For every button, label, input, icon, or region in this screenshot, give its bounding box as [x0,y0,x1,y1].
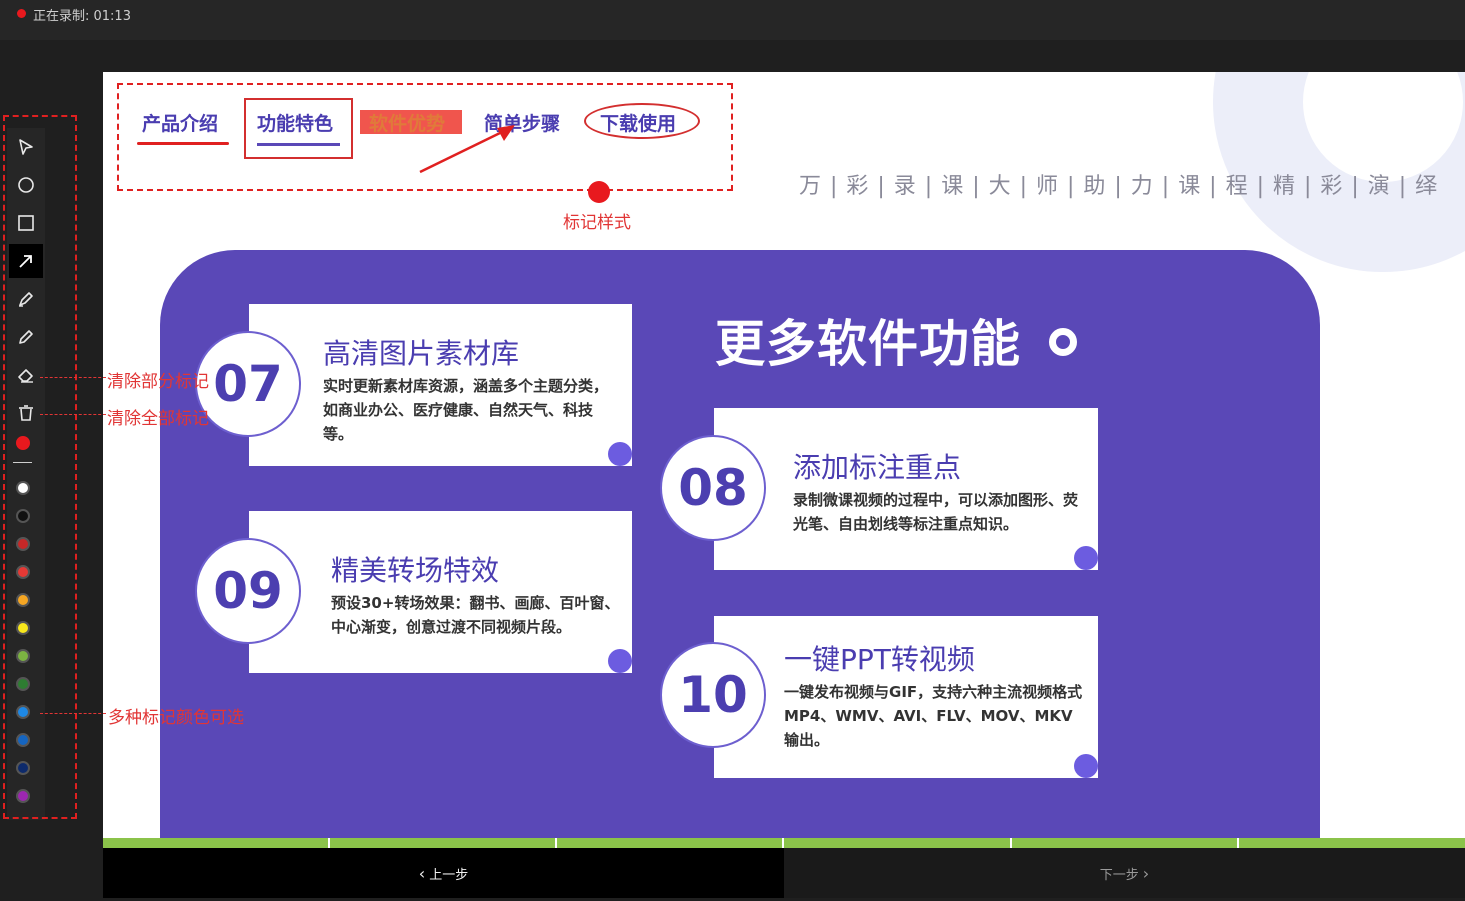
strip-divider [328,838,330,848]
strip-divider [1237,838,1239,848]
slide-tagline: 万 | 彩 | 录 | 课 | 大 | 师 | 助 | 力 | 课 | 程 | … [799,174,1439,199]
progress-strip [103,838,1465,848]
color-options-callout: 多种标记颜色可选 [108,708,244,728]
feature-card-09: 精美转场特效 预设30+转场效果：翻书、画廊、百叶窗、中心渐变，创意过渡不同视频… [249,511,632,673]
nav-item-product-intro[interactable]: 产品介绍 [142,109,218,136]
feature-card-08: 添加标注重点 录制微课视频的过程中，可以添加图形、荧光笔、自由划线等标注重点知识… [714,408,1098,570]
recording-bar: 正在录制: 01:13 [0,0,1465,40]
card-corner-dot [608,649,632,673]
recording-timer: 正在录制: 01:13 [33,9,131,24]
slide-title: 更多软件功能 [715,315,1021,373]
clear-partial-callout: 清除部分标记 [107,372,209,392]
title-ring-icon [1049,328,1077,356]
slide-navigation: ‹ 上一步 下一步 › [103,848,1465,901]
feature-title: 添加标注重点 [793,451,962,484]
feature-number: 07 [195,331,301,437]
feature-card-10: 一键PPT转视频 一键发布视频与GIF，支持六种主流视频格式MP4、WMV、AV… [714,616,1098,778]
prev-label: 上一步 [429,867,469,883]
next-label: 下一步 [1099,867,1139,883]
feature-title: 一键PPT转视频 [784,643,975,676]
card-corner-dot [608,442,632,466]
marker-style-label: 标记样式 [563,213,631,233]
callout-line [40,414,106,415]
feature-description: 预设30+转场效果：翻书、画廊、百叶窗、中心渐变，创意过渡不同视频片段。 [331,594,620,636]
next-button[interactable]: 下一步 › [784,848,1465,898]
clear-all-callout: 清除全部标记 [107,409,209,429]
nav-item-download[interactable]: 下载使用 [600,109,676,136]
callout-line [40,713,106,714]
nav-item-advantages[interactable]: 软件优势 [369,109,445,136]
strip-divider [555,838,557,848]
underline-mark [137,142,229,145]
chevron-left-icon: ‹ [418,863,426,883]
strip-divider [1010,838,1012,848]
feature-description: 实时更新素材库资源，涵盖多个主题分类，如商业办公、医疗健康、自然天气、科技等。 [323,377,609,443]
recording-indicator-icon [17,9,26,18]
nav-item-features[interactable]: 功能特色 [257,109,333,136]
feature-description: 录制微课视频的过程中，可以添加图形、荧光笔、自由划线等标注重点知识。 [793,491,1079,533]
feature-card-07: 高清图片素材库 实时更新素材库资源，涵盖多个主题分类，如商业办公、医疗健康、自然… [249,304,632,466]
feature-title: 高清图片素材库 [323,337,520,370]
feature-title: 精美转场特效 [331,554,500,587]
feature-number: 09 [195,538,301,644]
nav-item-steps[interactable]: 简单步骤 [484,109,560,136]
feature-number: 08 [660,435,766,541]
marker-dot-icon [588,181,610,203]
card-corner-dot [1074,546,1098,570]
card-corner-dot [1074,754,1098,778]
active-underline [257,143,340,146]
feature-number: 10 [660,642,766,748]
prev-button[interactable]: ‹ 上一步 [103,848,784,898]
chevron-right-icon: › [1142,863,1150,883]
strip-divider [782,838,784,848]
callout-line [40,377,106,378]
feature-description: 一键发布视频与GIF，支持六种主流视频格式MP4、WMV、AVI、FLV、MOV… [784,683,1083,749]
